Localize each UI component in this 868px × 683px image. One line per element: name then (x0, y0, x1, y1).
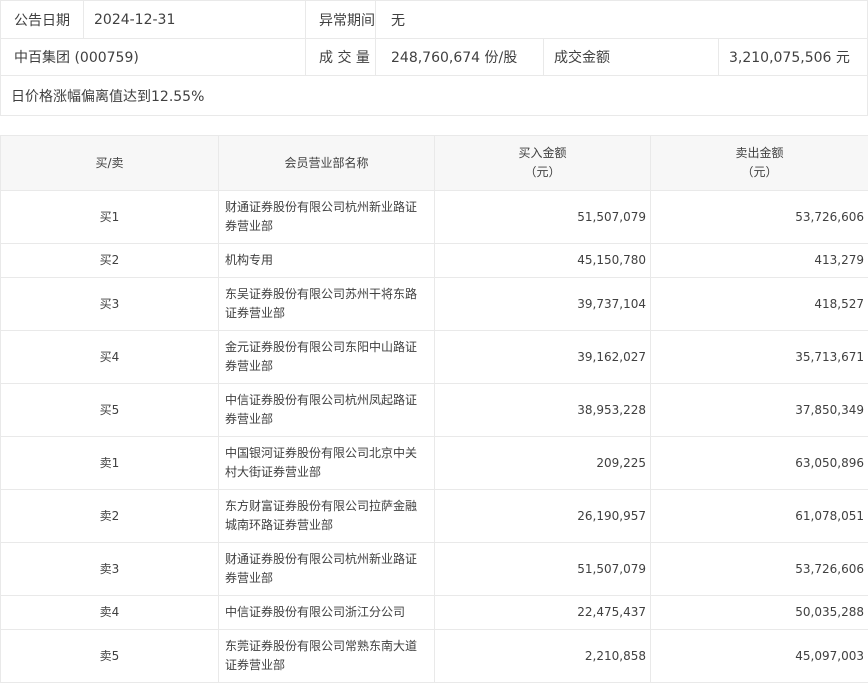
sell-amount: 53,726,606 (651, 543, 868, 596)
buy-amount: 22,475,437 (435, 596, 651, 630)
broker-table-wrap: 买/卖 会员营业部名称 买入金额 （元） 卖出金额 （元） 买1 财通证券股份有… (0, 135, 868, 683)
broker-name: 东方财富证券股份有限公司拉萨金融城南环路证券营业部 (219, 490, 435, 543)
header-side: 买/卖 (1, 136, 219, 191)
broker-name: 东吴证券股份有限公司苏州干将东路证券营业部 (219, 278, 435, 331)
buy-amount: 39,162,027 (435, 331, 651, 384)
announce-date-label: 公告日期 (1, 1, 84, 38)
volume-label: 成 交 量 (306, 39, 376, 75)
seat-label: 卖5 (1, 630, 219, 683)
header-sell-amount-line1: 卖出金额 (655, 144, 864, 163)
header-buy-amount-line2: （元） (439, 163, 646, 182)
sell-amount: 37,850,349 (651, 384, 868, 437)
seat-label: 卖4 (1, 596, 219, 630)
seat-label: 卖3 (1, 543, 219, 596)
seat-label: 买4 (1, 331, 219, 384)
seat-label: 卖2 (1, 490, 219, 543)
seat-label: 买1 (1, 191, 219, 244)
table-row: 买4 金元证券股份有限公司东阳中山路证券营业部 39,162,027 35,71… (1, 331, 868, 384)
header-sell-amount: 卖出金额 （元） (651, 136, 868, 191)
seat-label: 卖1 (1, 437, 219, 490)
seat-label: 买5 (1, 384, 219, 437)
stock-name: 中百集团 (000759) (1, 39, 306, 75)
price-deviation-remark: 日价格涨幅偏离值达到12.55% (1, 76, 867, 115)
table-row: 卖1 中国银河证券股份有限公司北京中关村大街证券营业部 209,225 63,0… (1, 437, 868, 490)
sell-amount: 63,050,896 (651, 437, 868, 490)
table-row: 卖5 东莞证券股份有限公司常熟东南大道证券营业部 2,210,858 45,09… (1, 630, 868, 683)
seat-label: 买2 (1, 244, 219, 278)
table-row: 买3 东吴证券股份有限公司苏州干将东路证券营业部 39,737,104 418,… (1, 278, 868, 331)
broker-name: 中信证券股份有限公司杭州凤起路证券营业部 (219, 384, 435, 437)
table-row: 买5 中信证券股份有限公司杭州凤起路证券营业部 38,953,228 37,85… (1, 384, 868, 437)
buy-amount: 2,210,858 (435, 630, 651, 683)
buy-amount: 51,507,079 (435, 191, 651, 244)
sell-amount: 418,527 (651, 278, 868, 331)
buy-amount: 38,953,228 (435, 384, 651, 437)
table-row: 买1 财通证券股份有限公司杭州新业路证券营业部 51,507,079 53,72… (1, 191, 868, 244)
broker-name: 机构专用 (219, 244, 435, 278)
table-row: 卖2 东方财富证券股份有限公司拉萨金融城南环路证券营业部 26,190,957 … (1, 490, 868, 543)
buy-amount: 39,737,104 (435, 278, 651, 331)
table-row: 买2 机构专用 45,150,780 413,279 (1, 244, 868, 278)
sell-amount: 35,713,671 (651, 331, 868, 384)
stock-info-panel: 公告日期 2024-12-31 异常期间 无 中百集团 (000759) 成 交… (0, 0, 868, 116)
volume-value: 248,760,674 份/股 (376, 39, 544, 75)
broker-table-head: 买/卖 会员营业部名称 买入金额 （元） 卖出金额 （元） (1, 136, 868, 191)
header-buy-amount-line1: 买入金额 (439, 144, 646, 163)
header-buy-amount: 买入金额 （元） (435, 136, 651, 191)
turnover-value: 3,210,075,506 元 (719, 39, 867, 75)
header-sell-amount-line2: （元） (655, 163, 864, 182)
sell-amount: 413,279 (651, 244, 868, 278)
broker-table: 买/卖 会员营业部名称 买入金额 （元） 卖出金额 （元） 买1 财通证券股份有… (0, 135, 868, 683)
volume-turnover-row: 中百集团 (000759) 成 交 量 248,760,674 份/股 成交金额… (1, 39, 867, 76)
announce-date-value: 2024-12-31 (84, 1, 306, 38)
header-row: 买/卖 会员营业部名称 买入金额 （元） 卖出金额 （元） (1, 136, 868, 191)
broker-name: 中信证券股份有限公司浙江分公司 (219, 596, 435, 630)
seat-label: 买3 (1, 278, 219, 331)
abnormal-period-value: 无 (376, 1, 867, 38)
buy-amount: 51,507,079 (435, 543, 651, 596)
sell-amount: 45,097,003 (651, 630, 868, 683)
broker-name: 财通证券股份有限公司杭州新业路证券营业部 (219, 543, 435, 596)
broker-name: 财通证券股份有限公司杭州新业路证券营业部 (219, 191, 435, 244)
announce-date-row: 公告日期 2024-12-31 异常期间 无 (1, 1, 867, 39)
remark-row: 日价格涨幅偏离值达到12.55% (1, 76, 867, 116)
broker-name: 中国银河证券股份有限公司北京中关村大街证券营业部 (219, 437, 435, 490)
buy-amount: 209,225 (435, 437, 651, 490)
sell-amount: 61,078,051 (651, 490, 868, 543)
sell-amount: 53,726,606 (651, 191, 868, 244)
buy-amount: 45,150,780 (435, 244, 651, 278)
broker-table-body: 买1 财通证券股份有限公司杭州新业路证券营业部 51,507,079 53,72… (1, 191, 868, 683)
table-row: 卖4 中信证券股份有限公司浙江分公司 22,475,437 50,035,288 (1, 596, 868, 630)
header-broker-name: 会员营业部名称 (219, 136, 435, 191)
broker-name: 金元证券股份有限公司东阳中山路证券营业部 (219, 331, 435, 384)
sell-amount: 50,035,288 (651, 596, 868, 630)
buy-amount: 26,190,957 (435, 490, 651, 543)
broker-name: 东莞证券股份有限公司常熟东南大道证券营业部 (219, 630, 435, 683)
turnover-label: 成交金额 (544, 39, 719, 75)
table-row: 卖3 财通证券股份有限公司杭州新业路证券营业部 51,507,079 53,72… (1, 543, 868, 596)
abnormal-period-label: 异常期间 (306, 1, 376, 38)
